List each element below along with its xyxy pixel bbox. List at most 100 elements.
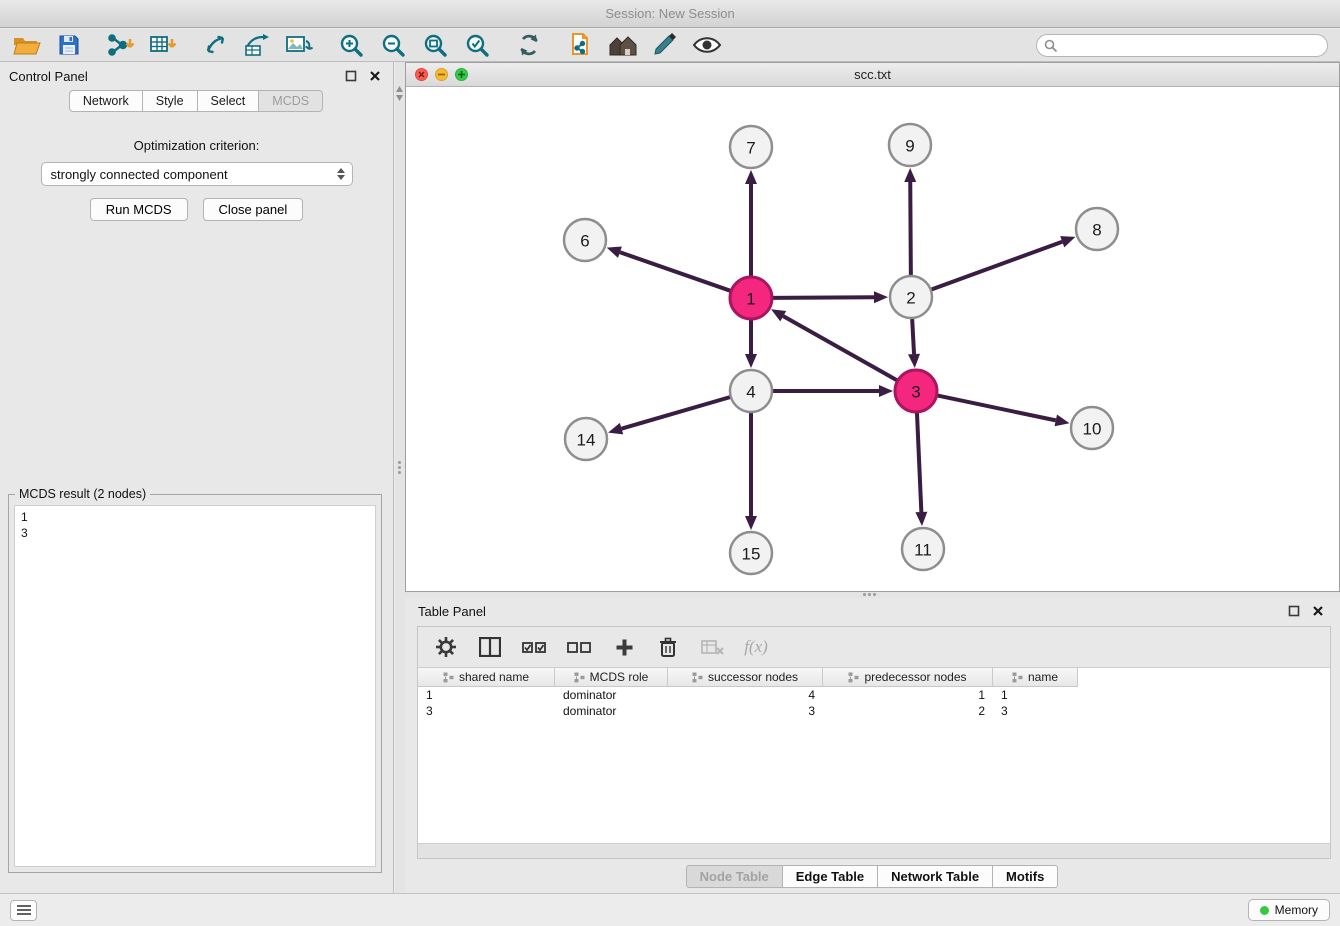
zoom-fit-button[interactable] <box>420 31 450 59</box>
column-header-predecessor_nodes[interactable]: predecessor nodes <box>823 668 993 687</box>
show-columns-button[interactable] <box>478 634 502 660</box>
show-details-button[interactable] <box>692 31 722 59</box>
copy-style-icon <box>568 32 594 58</box>
delete-table-icon <box>701 639 724 655</box>
tab-edge-table[interactable]: Edge Table <box>782 865 878 888</box>
splitter-grip <box>398 461 401 474</box>
table-toolbar: f(x) <box>418 627 1330 667</box>
sort-tree-icon <box>443 672 454 683</box>
function-builder-button[interactable]: f(x) <box>744 634 768 660</box>
edge-3-11[interactable] <box>917 412 921 512</box>
edge-1-2[interactable] <box>772 297 874 298</box>
layout-tool-group <box>514 31 544 59</box>
node-table-header: shared nameMCDS role successor nodes prede… <box>418 668 1330 687</box>
sort-tree-icon <box>574 672 585 683</box>
table-settings-button[interactable] <box>434 634 458 660</box>
table-row[interactable]: 1dominator411 <box>418 687 1330 703</box>
memory-label: Memory <box>1275 903 1318 917</box>
copy-style-button[interactable] <box>566 31 596 59</box>
column-header-name[interactable]: name <box>993 668 1078 687</box>
delete-table-button[interactable] <box>700 634 724 660</box>
delete-column-button[interactable] <box>656 634 680 660</box>
save-session-button[interactable] <box>54 31 84 59</box>
vertical-splitter[interactable] <box>395 62 405 893</box>
float-icon <box>1288 605 1300 617</box>
column-header-shared_name[interactable]: shared name <box>418 668 555 687</box>
run-mcds-button[interactable]: Run MCDS <box>90 198 188 221</box>
mcds-button-row: Run MCDS Close panel <box>0 198 393 221</box>
close-panel-button[interactable] <box>366 67 384 85</box>
edge-arrow-3-11 <box>915 512 927 526</box>
zoom-out-button[interactable] <box>378 31 408 59</box>
float-table-panel-button[interactable] <box>1285 602 1303 620</box>
network-window-title: scc.txt <box>406 67 1339 82</box>
cell-name: 1 <box>993 688 1078 702</box>
tab-network-table[interactable]: Network Table <box>877 865 993 888</box>
apply-style-button[interactable] <box>650 31 680 59</box>
cell-shared_name: 3 <box>418 704 555 718</box>
zoom-out-icon <box>381 33 406 58</box>
close-window-button[interactable] <box>415 68 428 81</box>
control-panel-tabs: NetworkStyleSelectMCDS <box>0 90 393 112</box>
table-horizontal-scrollbar[interactable] <box>418 843 1330 858</box>
tab-style[interactable]: Style <box>142 90 198 112</box>
network-share-button[interactable] <box>200 31 230 59</box>
edge-arrow-4-15 <box>745 516 757 530</box>
float-panel-button[interactable] <box>342 67 360 85</box>
select-all-columns-button[interactable] <box>522 634 547 660</box>
search-input[interactable] <box>1036 34 1328 57</box>
graph-node-label-9: 9 <box>905 137 914 156</box>
add-column-button[interactable] <box>612 634 636 660</box>
zoom-tool-group <box>336 31 492 59</box>
column-header-mcds_role[interactable]: MCDS role <box>555 668 668 687</box>
edge-3-10[interactable] <box>937 395 1056 420</box>
export-image-button[interactable] <box>284 31 314 59</box>
dropdown-arrows-icon <box>337 168 345 180</box>
criterion-dropdown[interactable]: strongly connected component <box>41 162 353 186</box>
import-table-button[interactable] <box>148 31 178 59</box>
edge-2-3[interactable] <box>912 318 914 354</box>
import-network-button[interactable] <box>106 31 136 59</box>
deselect-all-columns-button[interactable] <box>567 634 592 660</box>
edge-arrow-4-14 <box>608 423 623 435</box>
close-table-panel-button[interactable] <box>1309 602 1327 620</box>
edge-3-1[interactable] <box>783 316 897 381</box>
tab-network[interactable]: Network <box>69 90 143 112</box>
close-panel-action-button[interactable]: Close panel <box>203 198 304 221</box>
graph-node-label-8: 8 <box>1092 221 1101 240</box>
network-table-button[interactable] <box>242 31 272 59</box>
close-icon <box>369 70 381 82</box>
table-panel-header: Table Panel <box>405 598 1340 624</box>
edge-2-9[interactable] <box>910 182 911 276</box>
maximize-window-button[interactable] <box>455 68 468 81</box>
open-session-button[interactable] <box>12 31 42 59</box>
edge-4-14[interactable] <box>622 397 731 429</box>
column-header-successor_nodes[interactable]: successor nodes <box>668 668 823 687</box>
table-panel-title: Table Panel <box>418 604 486 619</box>
zoom-selected-button[interactable] <box>462 31 492 59</box>
table-row[interactable]: 3dominator323 <box>418 703 1330 719</box>
edge-arrow-1-2 <box>874 291 888 303</box>
apply-style-icon <box>652 33 678 57</box>
cell-predecessor_nodes: 1 <box>823 688 993 702</box>
minimize-window-button[interactable] <box>435 68 448 81</box>
tab-motifs[interactable]: Motifs <box>992 865 1058 888</box>
mcds-result-box: MCDS result (2 nodes) 1 3 <box>8 494 382 873</box>
edge-2-8[interactable] <box>931 242 1063 290</box>
refresh-layout-button[interactable] <box>514 31 544 59</box>
column-label: successor nodes <box>708 670 798 684</box>
zoom-in-icon <box>339 33 364 58</box>
tab-select[interactable]: Select <box>197 90 260 112</box>
cell-mcds_role: dominator <box>555 704 668 718</box>
tab-node-table[interactable]: Node Table <box>686 865 783 888</box>
splitter-collapse-icon[interactable] <box>396 86 403 101</box>
network-canvas[interactable]: 7968124314101511 <box>406 88 1339 591</box>
edge-1-6[interactable] <box>620 252 731 291</box>
graph-node-label-7: 7 <box>746 139 755 158</box>
tab-mcds[interactable]: MCDS <box>258 90 323 112</box>
zoom-in-button[interactable] <box>336 31 366 59</box>
task-history-button[interactable] <box>10 900 37 921</box>
home-button[interactable] <box>608 31 638 59</box>
plus-icon <box>615 638 634 657</box>
memory-button[interactable]: Memory <box>1248 899 1330 921</box>
